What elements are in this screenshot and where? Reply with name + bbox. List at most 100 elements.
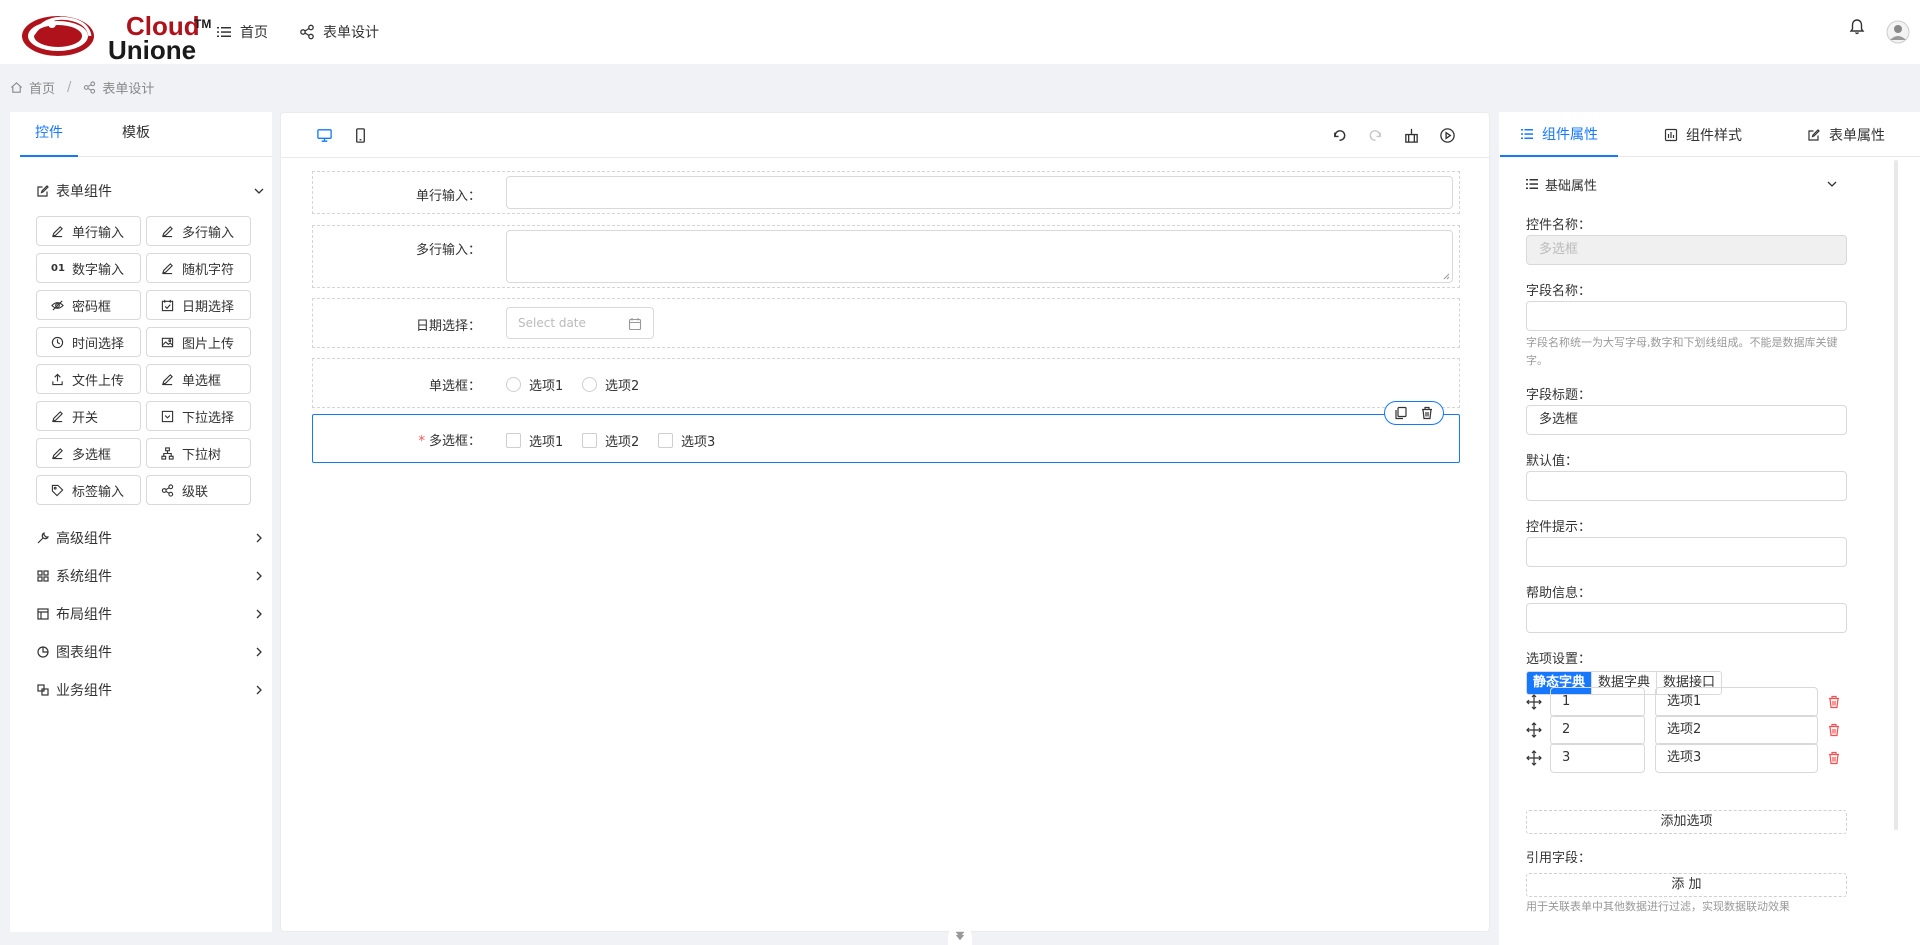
tab-form-props[interactable]: 表单属性 — [1807, 112, 1885, 157]
clear-button[interactable] — [1401, 125, 1421, 145]
component-label: 随机字符 — [182, 262, 235, 278]
group-system-label: 系统组件 — [56, 569, 112, 585]
field-checkbox-selected[interactable]: * 多选框： 选项1 选项2 选项3 — [312, 401, 1460, 463]
field-single-line[interactable]: 单行输入： — [312, 171, 1460, 214]
tab-templates[interactable]: 模板 — [112, 112, 160, 157]
checkbox-option[interactable]: 选项2 — [582, 431, 639, 450]
group-advanced[interactable]: 高级组件 — [36, 526, 266, 550]
single-line-input[interactable] — [506, 176, 1453, 209]
option-row: 3 选项3 — [1526, 743, 1856, 773]
drag-handle-icon[interactable] — [1526, 750, 1542, 766]
component-button[interactable]: 密码框 — [36, 290, 141, 320]
pen-icon — [161, 262, 173, 274]
option-key-input[interactable]: 1 — [1550, 687, 1645, 717]
checkbox-box[interactable] — [506, 433, 521, 448]
radio-option[interactable]: 选项2 — [582, 375, 639, 394]
basic-props-title: 基础属性 — [1545, 178, 1598, 194]
nav-home-label: 首页 — [240, 25, 268, 41]
tab-controls[interactable]: 控件 — [20, 112, 78, 157]
component-button[interactable]: 文件上传 — [36, 364, 141, 394]
component-button[interactable]: 图片上传 — [146, 327, 251, 357]
component-button[interactable]: 日期选择 — [146, 290, 251, 320]
group-layout[interactable]: 布局组件 — [36, 602, 266, 626]
field-name-label: 字段名称： — [1526, 284, 1592, 299]
date-picker-input[interactable]: Select date — [506, 307, 654, 339]
desktop-view-button[interactable] — [314, 125, 334, 145]
field-title-input[interactable]: 多选框 — [1526, 405, 1847, 435]
field-multi-line[interactable]: 多行输入： — [312, 225, 1460, 288]
radio-circle[interactable] — [506, 377, 521, 392]
component-button[interactable]: 级联 — [146, 475, 251, 505]
footer-collapse-toggle[interactable] — [948, 925, 972, 945]
add-ref-field-button[interactable]: 添 加 — [1526, 873, 1847, 897]
option-value-input[interactable]: 选项2 — [1655, 715, 1818, 745]
component-label: 多选框 — [72, 447, 112, 463]
radio-option-label: 选项1 — [529, 379, 564, 394]
control-hint-input[interactable] — [1526, 537, 1847, 567]
component-button[interactable]: 开关 — [36, 401, 141, 431]
delete-icon[interactable] — [1827, 695, 1841, 709]
radio-option[interactable]: 选项1 — [506, 375, 563, 394]
option-value-input[interactable]: 选项3 — [1655, 743, 1818, 773]
checkbox-box[interactable] — [658, 433, 673, 448]
help-info-input[interactable] — [1526, 603, 1847, 633]
undo-button[interactable] — [1329, 125, 1349, 145]
drag-handle-icon[interactable] — [1526, 694, 1542, 710]
component-button[interactable]: 单选框 — [146, 364, 251, 394]
redo-button[interactable] — [1365, 125, 1385, 145]
basic-props-header[interactable]: 基础属性 — [1525, 174, 1845, 194]
tab-component-style[interactable]: 组件样式 — [1664, 112, 1742, 157]
option-key-input[interactable]: 3 — [1550, 743, 1645, 773]
delete-icon[interactable] — [1827, 723, 1841, 737]
component-button[interactable]: 01 数字输入 — [36, 253, 141, 283]
field-radio[interactable]: 单选框： 选项1 选项2 — [312, 358, 1460, 408]
tab-component-props[interactable]: 组件属性 — [1500, 112, 1618, 157]
add-option-button[interactable]: 添加选项 — [1526, 810, 1847, 834]
preview-button[interactable] — [1437, 125, 1457, 145]
component-button[interactable]: 下拉选择 — [146, 401, 251, 431]
radio-circle[interactable] — [582, 377, 597, 392]
option-key-input[interactable]: 2 — [1550, 715, 1645, 745]
nav-form-design[interactable]: 表单设计 — [299, 0, 379, 64]
properties-scrollbar[interactable] — [1894, 160, 1898, 830]
chevron-down-icon — [254, 188, 264, 194]
resize-handle-icon[interactable] — [1443, 273, 1450, 280]
multi-line-textarea[interactable] — [506, 230, 1453, 283]
drag-handle-icon[interactable] — [1526, 722, 1542, 738]
trash-icon[interactable] — [1420, 406, 1434, 420]
option-row: 2 选项2 — [1526, 715, 1856, 745]
group-form-components[interactable]: 表单组件 — [36, 179, 266, 203]
component-button[interactable]: 随机字符 — [146, 253, 251, 283]
field-date[interactable]: 日期选择： Select date — [312, 298, 1460, 348]
delete-icon[interactable] — [1827, 751, 1841, 765]
list-icon — [217, 27, 231, 37]
copy-icon[interactable] — [1394, 406, 1408, 420]
group-chart[interactable]: 图表组件 — [36, 640, 266, 664]
checkbox-box[interactable] — [582, 433, 597, 448]
breadcrumb-current: 表单设计 — [102, 82, 155, 97]
component-label: 下拉树 — [182, 447, 222, 463]
option-value-input[interactable]: 选项1 — [1655, 687, 1818, 717]
field-name-input[interactable] — [1526, 301, 1847, 331]
mobile-view-button[interactable] — [350, 125, 370, 145]
brand-logo[interactable]: Cloud TM Unione — [18, 6, 211, 63]
group-business[interactable]: 业务组件 — [36, 678, 266, 702]
checkbox-option[interactable]: 选项1 — [506, 431, 563, 450]
group-system[interactable]: 系统组件 — [36, 564, 266, 588]
component-button[interactable]: 单行输入 — [36, 216, 141, 246]
control-name-input[interactable]: 多选框 — [1526, 235, 1847, 265]
component-button[interactable]: 多选框 — [36, 438, 141, 468]
user-avatar[interactable] — [1886, 20, 1910, 44]
breadcrumb-home[interactable]: 首页 — [29, 78, 55, 97]
component-button[interactable]: 时间选择 — [36, 327, 141, 357]
calendar-icon — [628, 318, 642, 331]
component-button[interactable]: 多行输入 — [146, 216, 251, 246]
default-value-input[interactable] — [1526, 471, 1847, 501]
notification-bell[interactable] — [1848, 18, 1866, 36]
component-button[interactable]: 标签输入 — [36, 475, 141, 505]
component-label: 多行输入 — [182, 225, 235, 241]
tree-icon — [161, 446, 174, 460]
checkbox-option[interactable]: 选项3 — [658, 431, 715, 450]
nav-home[interactable]: 首页 — [216, 0, 268, 64]
component-button[interactable]: 下拉树 — [146, 438, 251, 468]
